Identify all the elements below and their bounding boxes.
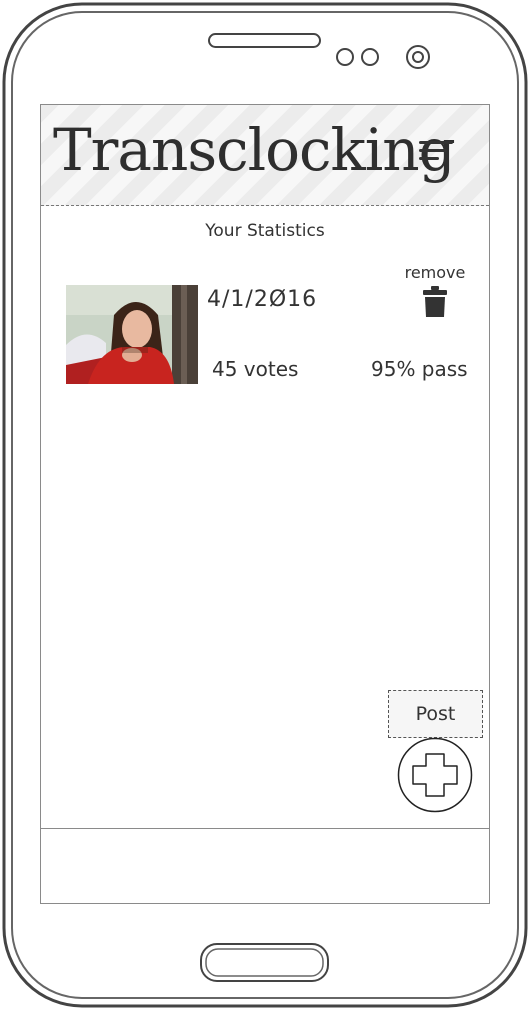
photo-thumbnail[interactable] xyxy=(66,285,198,384)
section-title: Your Statistics xyxy=(205,221,325,241)
add-button[interactable] xyxy=(397,737,473,813)
plus-icon xyxy=(397,737,473,813)
app-header: Transclocking xyxy=(41,105,489,206)
stat-card: 4/1/2Ø16 remove 45 votes 95% pass xyxy=(41,263,489,395)
remove-button[interactable]: remove xyxy=(403,263,467,318)
remove-label: remove xyxy=(404,263,466,282)
post-button[interactable]: Post xyxy=(388,690,483,738)
trash-icon xyxy=(423,286,447,317)
hamburger-menu-icon[interactable] xyxy=(419,141,453,167)
stat-date: 4/1/2Ø16 xyxy=(207,287,318,312)
stat-pass: 95% pass xyxy=(371,357,468,381)
app-title: Transclocking xyxy=(53,116,456,184)
earpiece-slot xyxy=(208,33,321,48)
app-screen: Transclocking Your Statistics 4/1/2Ø16 r… xyxy=(40,104,490,904)
stat-votes: 45 votes xyxy=(212,357,299,381)
bottom-bar xyxy=(41,828,489,903)
